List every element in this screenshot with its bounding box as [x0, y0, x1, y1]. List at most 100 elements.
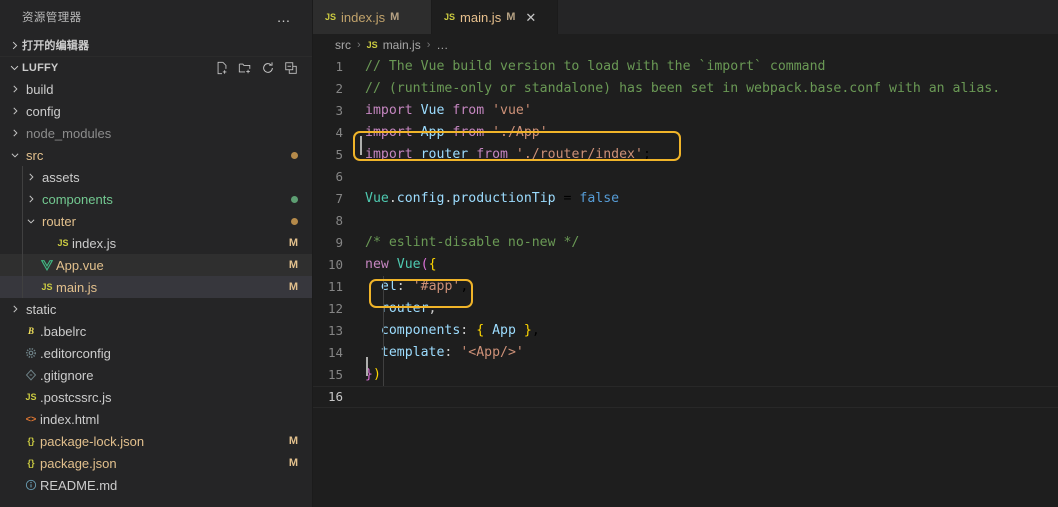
- git-status-badge: M: [288, 237, 298, 249]
- tab-label: main.js: [460, 9, 502, 25]
- tree-item-babelrc[interactable]: B .babelrc: [0, 320, 312, 342]
- tree-item-label: router: [42, 213, 76, 229]
- code-line: 13 components: { App },: [313, 320, 1058, 342]
- tree-item-label: package.json: [40, 455, 117, 471]
- editor-tab-main-js[interactable]: JS main.js M ✕: [432, 0, 558, 34]
- code-line-text: }): [365, 367, 381, 382]
- tree-item-readme-md[interactable]: README.md: [0, 474, 312, 496]
- tab-modified-badge: M: [390, 11, 400, 23]
- tree-item-label: README.md: [40, 477, 118, 493]
- git-status-badge: M: [288, 457, 298, 469]
- tree-item-config[interactable]: config: [0, 100, 312, 122]
- tree-item-src[interactable]: src: [0, 144, 312, 166]
- tree-indent-guide: [22, 254, 23, 276]
- tree-item-assets[interactable]: assets: [0, 166, 312, 188]
- new-file-icon[interactable]: [215, 61, 229, 75]
- tree-indent-guide: [22, 276, 23, 298]
- close-icon[interactable]: ✕: [523, 11, 538, 24]
- code-line-text: /* eslint-disable no-new */: [365, 235, 580, 250]
- vue-file-icon: [38, 259, 56, 271]
- code-line-text: components: { App },: [380, 323, 540, 338]
- tree-item-build[interactable]: build: [0, 78, 312, 100]
- breadcrumb-label: …: [436, 38, 449, 52]
- text-cursor: [366, 357, 368, 376]
- code-line: 11 el: '#app',: [313, 276, 1058, 298]
- tree-item-index-js[interactable]: JS index.js M: [0, 232, 312, 254]
- tree-item-components[interactable]: components: [0, 188, 312, 210]
- js-file-icon: JS: [41, 282, 53, 292]
- tree-item-postcssrc-js[interactable]: JS .postcssrc.js: [0, 386, 312, 408]
- code-line: 8: [313, 210, 1058, 232]
- js-file-icon: JS: [366, 40, 378, 50]
- code-line: 14 template: '<App/>': [313, 342, 1058, 364]
- git-file-icon: [22, 369, 40, 381]
- code-line-text: Vue.config.productionTip = false: [365, 191, 620, 206]
- tree-indent-guide: [22, 188, 23, 210]
- chevron-right-icon: [8, 84, 22, 94]
- line-number: 3: [335, 103, 343, 118]
- line-number: 13: [327, 323, 343, 338]
- explorer-title: 资源管理器: [22, 12, 82, 24]
- explorer-header: 资源管理器 …: [0, 0, 312, 34]
- editor-tabbar: JS index.js M JS main.js M ✕: [313, 0, 1058, 34]
- section-project-root[interactable]: LUFFY: [0, 56, 312, 78]
- tree-item-node-modules[interactable]: node_modules: [0, 122, 312, 144]
- html-file-icon: <>: [25, 414, 37, 424]
- refresh-icon[interactable]: [261, 61, 275, 75]
- tree-item-static[interactable]: static: [0, 298, 312, 320]
- breadcrumb-separator-icon: ›: [357, 39, 361, 51]
- tree-item-label: package-lock.json: [40, 433, 145, 449]
- explorer-sidebar: 资源管理器 … 打开的编辑器 LUFFY build config node_m…: [0, 0, 313, 507]
- breadcrumb-label: src: [335, 38, 351, 52]
- line-number: 10: [327, 257, 343, 272]
- chevron-right-icon: [8, 128, 22, 138]
- tree-item-app-vue[interactable]: App.vue M: [0, 254, 312, 276]
- code-line: 4 import App from './App': [313, 122, 1058, 144]
- collapse-all-icon[interactable]: [284, 61, 298, 75]
- indent-guide: [383, 276, 384, 386]
- json-file-icon: {}: [27, 436, 35, 446]
- editor-group: JS index.js M JS main.js M ✕ src › JS main.js › … 1…: [313, 0, 1058, 507]
- git-status-dot: [291, 217, 298, 225]
- vscode-window: 资源管理器 … 打开的编辑器 LUFFY build config node_m…: [0, 0, 1058, 507]
- code-line: 6: [313, 166, 1058, 188]
- js-file-icon: JS: [57, 238, 69, 248]
- chevron-right-icon: [6, 40, 22, 51]
- md-file-icon: [22, 479, 40, 491]
- gear-file-icon: [22, 347, 40, 359]
- new-folder-icon[interactable]: [238, 61, 252, 75]
- tree-item-label: .postcssrc.js: [40, 389, 112, 405]
- code-line-text: // The Vue build version to load with th…: [365, 59, 826, 74]
- code-line-text: [361, 166, 373, 188]
- tree-item-package-lock-json[interactable]: {} package-lock.json M: [0, 430, 312, 452]
- code-line-text: import App from './App': [365, 125, 548, 140]
- line-number: 6: [335, 169, 343, 184]
- tree-item-label: App.vue: [56, 257, 104, 273]
- tab-label: index.js: [341, 9, 386, 25]
- tree-item-gitignore[interactable]: .gitignore: [0, 364, 312, 386]
- code-line: 16: [313, 386, 1058, 408]
- code-line: 10 new Vue({: [313, 254, 1058, 276]
- explorer-more-actions-icon[interactable]: …: [273, 10, 297, 24]
- tree-item-index-html[interactable]: <> index.html: [0, 408, 312, 430]
- tree-item-router[interactable]: router: [0, 210, 312, 232]
- line-number: 11: [327, 279, 343, 294]
- code-line: 15}): [313, 364, 1058, 386]
- code-line-text: el: '#app',: [380, 279, 469, 294]
- code-line: 1 // The Vue build version to load with t…: [313, 56, 1058, 78]
- tree-item-label: config: [26, 103, 61, 119]
- tree-item-editorconfig[interactable]: .editorconfig: [0, 342, 312, 364]
- tree-item-package-json[interactable]: {} package.json M: [0, 452, 312, 474]
- line-number: 4: [335, 125, 343, 140]
- breadcrumb-item-2[interactable]: …: [436, 38, 448, 52]
- tree-item-main-js[interactable]: JS main.js M: [0, 276, 312, 298]
- code-line: 7 Vue.config.productionTip = false: [313, 188, 1058, 210]
- code-editor[interactable]: 1 // The Vue build version to load with t…: [313, 56, 1058, 507]
- breadcrumb-item-1[interactable]: JS main.js: [367, 38, 421, 52]
- tree-item-label: main.js: [56, 279, 98, 295]
- git-status-badge: M: [288, 259, 298, 271]
- section-open-editors[interactable]: 打开的编辑器: [0, 34, 312, 56]
- breadcrumb-item-0[interactable]: src: [335, 38, 351, 52]
- tree-indent-guide: [22, 232, 23, 254]
- editor-tab-index-js[interactable]: JS index.js M: [313, 0, 432, 34]
